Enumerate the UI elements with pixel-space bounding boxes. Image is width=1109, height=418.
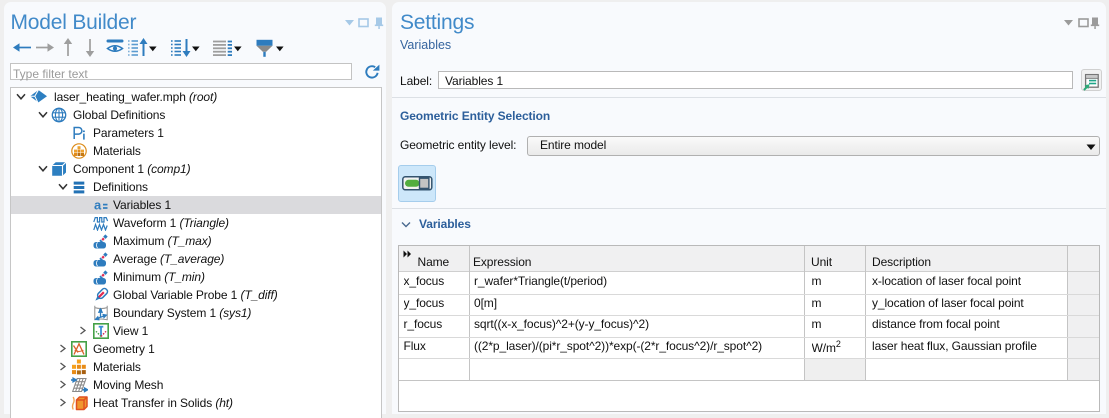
svg-text:a: a (94, 198, 102, 212)
